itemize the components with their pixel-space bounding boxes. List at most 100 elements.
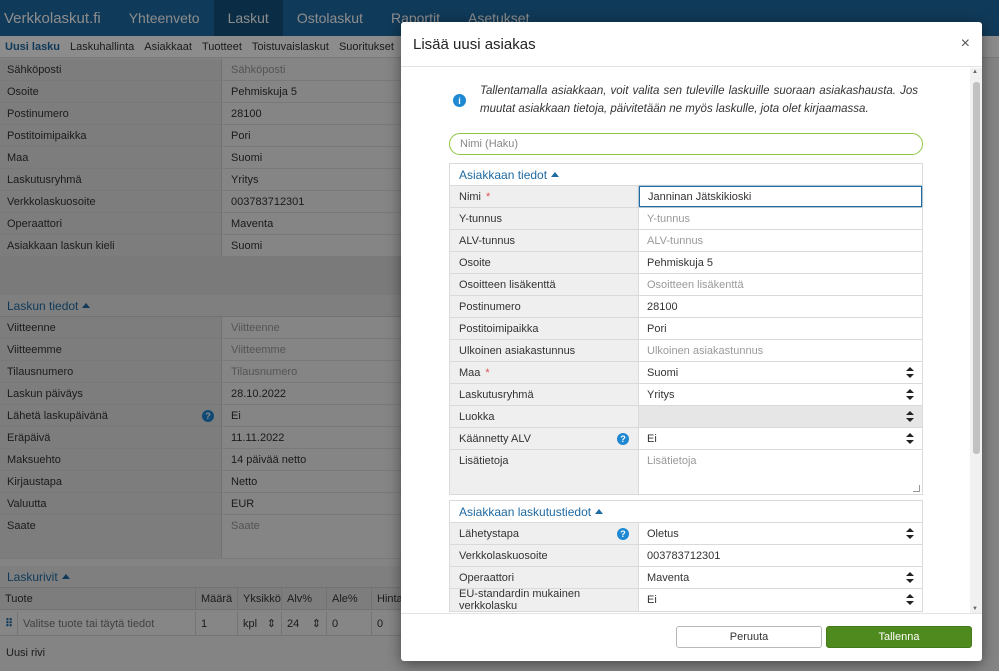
- help-icon[interactable]: ?: [617, 432, 629, 445]
- save-button[interactable]: Tallenna: [826, 626, 972, 648]
- select-arrows-icon: [906, 389, 914, 401]
- field-label: Nimi *: [450, 186, 639, 207]
- help-icon[interactable]: ?: [617, 527, 629, 540]
- form-row-address: Osoite: [450, 252, 922, 274]
- select-arrows-icon: [906, 572, 914, 584]
- select-arrows-icon: [906, 411, 914, 423]
- field-label: ALV-tunnus: [450, 230, 639, 251]
- eu-standard-select[interactable]: Ei: [639, 589, 922, 611]
- scroll-down-icon[interactable]: ▼: [972, 606, 978, 612]
- address-extra-field[interactable]: [639, 274, 922, 295]
- field-label: Y-tunnus: [450, 208, 639, 229]
- billing-details-form: Asiakkaan laskutustiedot Lähetystapa? Ol…: [449, 500, 923, 612]
- cancel-button[interactable]: Peruuta: [676, 626, 822, 648]
- name-field-wrapper: [639, 186, 922, 207]
- notes-textarea[interactable]: [639, 450, 922, 494]
- business-id-wrapper: [639, 208, 922, 229]
- form-row-billing-group: Laskutusryhmä Yritys: [450, 384, 922, 406]
- billing-details-heading[interactable]: Asiakkaan laskutustiedot: [450, 501, 922, 523]
- label-text: Lähetystapa: [459, 527, 519, 540]
- info-icon: i: [453, 94, 466, 107]
- field-label: Postinumero: [450, 296, 639, 317]
- field-label: EU-standardin mukainen verkkolasku: [450, 588, 639, 612]
- form-row-vat-id: ALV-tunnus: [450, 230, 922, 252]
- select-value: Suomi: [647, 366, 679, 379]
- form-row-business-id: Y-tunnus: [450, 208, 922, 230]
- customer-details-heading[interactable]: Asiakkaan tiedot: [450, 164, 922, 186]
- field-label: Käännetty ALV?: [450, 428, 639, 449]
- modal-body: i Tallentamalla asiakkaan, voit valita s…: [401, 68, 982, 613]
- field-label: Lähetystapa?: [450, 523, 639, 544]
- select-value: Yritys: [647, 388, 675, 401]
- operator-select[interactable]: Maventa: [639, 567, 922, 588]
- einvoice-address-field[interactable]: [639, 545, 922, 566]
- caret-up-icon: [551, 172, 560, 177]
- address-field[interactable]: [639, 252, 922, 273]
- form-row-notes: Lisätietoja: [450, 450, 922, 494]
- field-label: Maa *: [450, 362, 639, 383]
- category-select[interactable]: [639, 406, 922, 427]
- form-row-delivery: Lähetystapa? Oletus: [450, 523, 922, 545]
- field-label: Laskutusryhmä: [450, 384, 639, 405]
- einvoice-address-wrapper: [639, 545, 922, 566]
- form-row-eu-standard: EU-standardin mukainen verkkolasku Ei: [450, 588, 922, 612]
- close-icon[interactable]: ×: [961, 35, 970, 53]
- select-arrows-icon: [906, 367, 914, 379]
- country-select[interactable]: Suomi: [639, 362, 922, 383]
- scroll-thumb[interactable]: [973, 82, 980, 454]
- label-text: Maa: [459, 366, 481, 379]
- field-label: Verkkolaskuosoite: [450, 545, 639, 566]
- vat-id-wrapper: [639, 230, 922, 251]
- customer-details-form: Asiakkaan tiedot Nimi * Y-tunnus ALV-tunn…: [449, 163, 923, 495]
- notes-wrapper: [639, 450, 922, 494]
- billing-group-select[interactable]: Yritys: [639, 384, 922, 405]
- modal-title: Lisää uusi asiakas: [413, 36, 536, 53]
- field-label: Ulkoinen asiakastunnus: [450, 340, 639, 361]
- city-field[interactable]: [639, 318, 922, 339]
- field-label: Operaattori: [450, 567, 639, 588]
- delivery-select[interactable]: Oletus: [639, 523, 922, 544]
- postal-code-wrapper: [639, 296, 922, 317]
- select-value: Oletus: [647, 527, 679, 540]
- external-id-wrapper: [639, 340, 922, 361]
- scroll-up-icon[interactable]: ▲: [972, 69, 978, 75]
- modal-scrollbar[interactable]: ▲ ▼: [970, 68, 982, 613]
- city-wrapper: [639, 318, 922, 339]
- business-id-field[interactable]: [639, 208, 922, 229]
- field-label: Osoitteen lisäkenttä: [450, 274, 639, 295]
- form-row-city: Postitoimipaikka: [450, 318, 922, 340]
- form-row-operator: Operaattori Maventa: [450, 567, 922, 589]
- select-arrows-icon: [906, 433, 914, 445]
- info-text: Tallentamalla asiakkaan, voit valita sen…: [480, 85, 918, 115]
- form-row-reverse-vat: Käännetty ALV? Ei: [450, 428, 922, 450]
- required-mark: *: [486, 190, 491, 203]
- field-label: Lisätietoja: [450, 450, 639, 494]
- select-value: Ei: [647, 594, 657, 606]
- field-label: Osoite: [450, 252, 639, 273]
- select-arrows-icon: [906, 528, 914, 540]
- form-row-einvoice-address: Verkkolaskuosoite: [450, 545, 922, 567]
- form-row-external-id: Ulkoinen asiakastunnus: [450, 340, 922, 362]
- form-row-address-extra: Osoitteen lisäkenttä: [450, 274, 922, 296]
- reverse-vat-select[interactable]: Ei: [639, 428, 922, 449]
- field-label: Postitoimipaikka: [450, 318, 639, 339]
- customer-search-input[interactable]: [449, 133, 923, 155]
- name-field[interactable]: [640, 187, 921, 206]
- vat-id-field[interactable]: [639, 230, 922, 251]
- postal-code-field[interactable]: [639, 296, 922, 317]
- field-label: Luokka: [450, 406, 639, 427]
- form-row-name: Nimi *: [450, 186, 922, 208]
- address-wrapper: [639, 252, 922, 273]
- external-id-field[interactable]: [639, 340, 922, 361]
- caret-up-icon: [595, 509, 604, 514]
- section-title: Asiakkaan tiedot: [459, 167, 548, 182]
- label-text: Käännetty ALV: [459, 432, 531, 445]
- select-value: Ei: [647, 432, 657, 445]
- form-row-country: Maa * Suomi: [450, 362, 922, 384]
- section-title: Asiakkaan laskutustiedot: [459, 504, 592, 519]
- select-arrows-icon: [906, 594, 914, 606]
- resize-grip-icon[interactable]: [913, 485, 920, 492]
- address-extra-wrapper: [639, 274, 922, 295]
- select-value: Maventa: [647, 571, 690, 584]
- form-row-postal-code: Postinumero: [450, 296, 922, 318]
